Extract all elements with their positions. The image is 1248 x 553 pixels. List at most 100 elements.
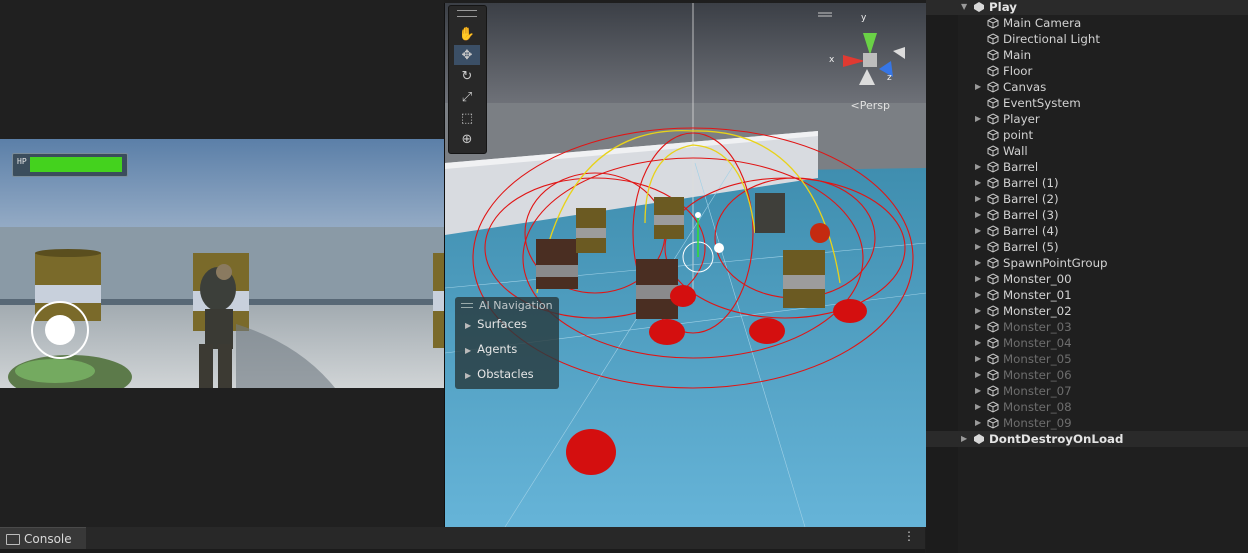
collapse-arrow-icon[interactable]: ▼: [961, 0, 967, 15]
hierarchy-item[interactable]: ▶ Monster_06: [926, 367, 1248, 383]
hierarchy-item-label: Directional Light: [1003, 32, 1100, 46]
expand-arrow-icon[interactable]: ▶: [975, 271, 981, 287]
hierarchy-item-label: Player: [1003, 112, 1040, 126]
gameobject-icon: [987, 401, 999, 413]
gameobject-icon: [987, 353, 999, 365]
expand-arrow-icon[interactable]: ▶: [975, 111, 981, 127]
expand-arrow-icon[interactable]: ▶: [975, 335, 981, 351]
hierarchy-scene-play[interactable]: ▼ Play: [926, 0, 1248, 15]
hierarchy-item[interactable]: ▶ Monster_01: [926, 287, 1248, 303]
expand-arrow-icon: ▶: [465, 321, 472, 330]
hierarchy-item[interactable]: Main Camera: [926, 15, 1248, 31]
gizmo-x-label: x: [829, 55, 835, 65]
expand-arrow-icon[interactable]: ▶: [961, 431, 967, 447]
transform-icon: ⊕: [461, 131, 473, 147]
expand-arrow-icon[interactable]: ▶: [975, 191, 981, 207]
expand-arrow-icon[interactable]: ▶: [975, 239, 981, 255]
expand-arrow-icon[interactable]: ▶: [975, 319, 981, 335]
hierarchy-item[interactable]: point: [926, 127, 1248, 143]
hierarchy-item[interactable]: ▶ Monster_02: [926, 303, 1248, 319]
hierarchy-item[interactable]: ▶ Player: [926, 111, 1248, 127]
drag-handle[interactable]: [457, 10, 477, 17]
expand-arrow-icon: ▶: [465, 346, 472, 355]
console-tab-label: Console: [24, 532, 72, 546]
hierarchy-item[interactable]: ▶ Monster_04: [926, 335, 1248, 351]
expand-arrow-icon[interactable]: ▶: [975, 159, 981, 175]
hierarchy-item-label: point: [1003, 128, 1034, 142]
hierarchy-item[interactable]: Wall: [926, 143, 1248, 159]
hierarchy-item[interactable]: ▶ Barrel (1): [926, 175, 1248, 191]
kebab-menu-icon[interactable]: ⋮: [903, 529, 915, 543]
hierarchy-item[interactable]: ▶ Canvas: [926, 79, 1248, 95]
hierarchy-item-label: Barrel (1): [1003, 176, 1059, 190]
hierarchy-item[interactable]: ▶ Monster_05: [926, 351, 1248, 367]
expand-arrow-icon[interactable]: ▶: [975, 175, 981, 191]
projection-toggle[interactable]: <Persp: [851, 99, 890, 112]
hierarchy-item[interactable]: ▶ Monster_00: [926, 271, 1248, 287]
hand-icon: ✋: [458, 26, 476, 42]
gameobject-icon: [987, 209, 999, 221]
expand-arrow-icon[interactable]: ▶: [975, 383, 981, 399]
hierarchy-item[interactable]: Main: [926, 47, 1248, 63]
hierarchy-item-label: Monster_03: [1003, 320, 1072, 334]
gameobject-icon: [987, 273, 999, 285]
gameobject-icon: [987, 129, 999, 141]
expand-arrow-icon[interactable]: ▶: [975, 367, 981, 383]
hand-tool-button[interactable]: ✋: [454, 24, 480, 44]
hierarchy-item[interactable]: ▶ SpawnPointGroup: [926, 255, 1248, 271]
scene-barrel: [576, 208, 606, 253]
hierarchy-item[interactable]: ▶ Barrel (4): [926, 223, 1248, 239]
expand-arrow-icon[interactable]: ▶: [975, 351, 981, 367]
hierarchy-item[interactable]: EventSystem: [926, 95, 1248, 111]
hierarchy-item-label: Monster_00: [1003, 272, 1072, 286]
hierarchy-item[interactable]: ▶ Barrel (2): [926, 191, 1248, 207]
scale-icon: ⤢: [461, 89, 473, 105]
hierarchy-item[interactable]: ▶ Barrel (5): [926, 239, 1248, 255]
rotate-tool-button[interactable]: ↻: [454, 66, 480, 86]
hierarchy-item-label: Monster_07: [1003, 384, 1072, 398]
hierarchy-item[interactable]: ▶ Barrel: [926, 159, 1248, 175]
hierarchy-item[interactable]: Directional Light: [926, 31, 1248, 47]
expand-arrow-icon[interactable]: ▶: [975, 79, 981, 95]
hierarchy-item-label: Monster_06: [1003, 368, 1072, 382]
gameobject-icon: [987, 241, 999, 253]
hierarchy-item[interactable]: ▶ Monster_08: [926, 399, 1248, 415]
hierarchy-item-label: Monster_05: [1003, 352, 1072, 366]
ai-navigation-grip[interactable]: [461, 303, 473, 308]
hierarchy-item[interactable]: ▶ Barrel (3): [926, 207, 1248, 223]
ai-navigation-obstacles[interactable]: ▶ Obstacles: [465, 367, 534, 381]
expand-arrow-icon[interactable]: ▶: [975, 255, 981, 271]
gameobject-icon: [987, 145, 999, 157]
scene-barrel: [783, 250, 825, 308]
hierarchy-item[interactable]: Floor: [926, 63, 1248, 79]
console-tab[interactable]: Console: [0, 527, 86, 550]
rect-icon: ⬚: [460, 110, 474, 126]
hierarchy-item[interactable]: ▶ Monster_09: [926, 415, 1248, 431]
persp-icon: <: [850, 99, 860, 112]
gameobject-icon: [987, 369, 999, 381]
hierarchy-scene-dontdestroyonload[interactable]: ▶ DontDestroyOnLoad: [926, 431, 1248, 447]
game-canvas: HP: [0, 139, 444, 388]
gameobject-icon: [987, 385, 999, 397]
hierarchy-item-label: Wall: [1003, 144, 1028, 158]
move-tool-button[interactable]: ✥: [454, 45, 480, 65]
expand-arrow-icon[interactable]: ▶: [975, 303, 981, 319]
transform-tool-button[interactable]: ⊕: [454, 129, 480, 149]
scale-tool-button[interactable]: ⤢: [454, 87, 480, 107]
expand-arrow-icon[interactable]: ▶: [975, 223, 981, 239]
ai-navigation-agents[interactable]: ▶ Agents: [465, 342, 517, 356]
expand-arrow-icon[interactable]: ▶: [975, 287, 981, 303]
gameobject-icon: [987, 417, 999, 429]
virtual-joystick[interactable]: [29, 299, 91, 361]
expand-arrow-icon[interactable]: ▶: [975, 207, 981, 223]
console-toolbar: [0, 549, 925, 553]
hierarchy-item-label: Monster_09: [1003, 416, 1072, 430]
ai-navigation-surfaces[interactable]: ▶ Surfaces: [465, 317, 527, 331]
expand-arrow-icon[interactable]: ▶: [975, 415, 981, 431]
scene-view[interactable]: y x z <Persp ✋ ✥ ↻ ⤢ ⬚ ⊕ AI Navigation ▶…: [444, 3, 926, 527]
expand-arrow-icon[interactable]: ▶: [975, 399, 981, 415]
hierarchy-item-label: DontDestroyOnLoad: [989, 432, 1124, 446]
hierarchy-item[interactable]: ▶ Monster_03: [926, 319, 1248, 335]
rect-tool-button[interactable]: ⬚: [454, 108, 480, 128]
hierarchy-item[interactable]: ▶ Monster_07: [926, 383, 1248, 399]
